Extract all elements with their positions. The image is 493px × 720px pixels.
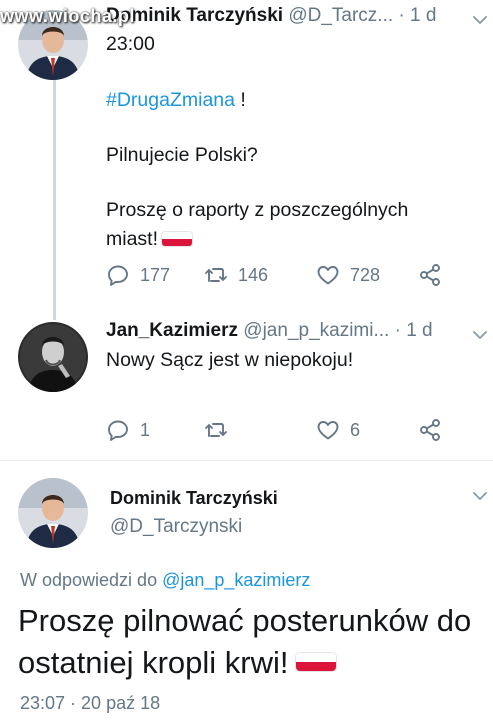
reply-icon [108, 420, 128, 441]
tweet-header: Jan_Kazimierz @jan_p_kazimi... · 1 d [106, 320, 433, 342]
chevron-down-icon[interactable] [472, 12, 488, 28]
main-tweet-line: Proszę pilnować posterunków do [18, 603, 472, 638]
author-handle[interactable]: @D_Tarczynski [110, 516, 242, 538]
chevron-down-icon[interactable] [472, 488, 488, 504]
poland-flag-icon [162, 232, 193, 246]
avatar-image [18, 322, 88, 392]
like-count: 728 [350, 264, 381, 285]
retweet-icon [205, 268, 227, 282]
share-button[interactable] [418, 418, 442, 442]
like-count: 6 [350, 419, 361, 440]
author-handle[interactable]: @jan_p_kazimi... [243, 320, 389, 341]
like-button[interactable]: 728 [316, 263, 380, 287]
tweet-text-line: Proszę o raporty z poszczególnych [106, 199, 409, 221]
author-name[interactable]: Jan_Kazimierz [106, 320, 238, 341]
main-tweet-line: ostatniej kropli krwi! [18, 642, 471, 684]
reply-count: 177 [140, 264, 171, 285]
like-button[interactable]: 6 [316, 418, 360, 442]
reply-to-link[interactable]: @jan_p_kazimierz [162, 570, 310, 590]
tweet-timestamp[interactable]: 23:07 · 20 paź 18 [20, 693, 160, 714]
reply-button[interactable]: 1 [106, 418, 150, 442]
hashtag-link[interactable]: #DrugaZmiana [106, 89, 235, 111]
tweet-text-line: #DrugaZmiana ! [106, 89, 246, 111]
tweet-text-line: Pilnujecie Polski? [106, 144, 258, 166]
watermark: www.wiocha.pl [0, 6, 135, 26]
retweet-icon [205, 423, 227, 437]
heart-icon [317, 421, 339, 440]
retweet-count: 146 [238, 264, 269, 285]
tweet-age[interactable]: · 1 d [395, 320, 433, 341]
author-handle[interactable]: @D_Tarcz... [288, 5, 393, 26]
share-icon [420, 419, 440, 441]
tweet-text: Nowy Sącz jest w niepokoju! [106, 349, 354, 371]
chevron-down-icon[interactable] [472, 327, 488, 343]
main-tweet-text: Proszę pilnować posterunków do ostatniej… [18, 600, 471, 684]
reply-context: W odpowiedzi do @jan_p_kazimierz [20, 570, 311, 590]
reply-button[interactable]: 177 [106, 263, 170, 287]
tweet-header: Dominik Tarczyński @D_Tarcz... · 1 d [106, 5, 436, 27]
thread-line [53, 80, 56, 320]
divider [0, 460, 493, 461]
reply-icon [108, 265, 128, 286]
heart-icon [317, 266, 339, 285]
share-icon [420, 264, 440, 286]
poland-flag-icon [296, 653, 337, 671]
tweet-text-line: miast! [106, 225, 193, 254]
tweet-age[interactable]: · 1 d [398, 5, 436, 26]
tweet-time: 23:00 [106, 33, 155, 55]
reply-count: 1 [140, 419, 151, 440]
share-button[interactable] [418, 263, 442, 287]
retweet-button[interactable]: 146 [204, 263, 268, 287]
avatar-image [18, 478, 88, 548]
avatar[interactable] [18, 322, 88, 392]
tweet-actions: 177 146 728 [106, 263, 446, 289]
avatar[interactable] [18, 478, 88, 548]
tweet-actions: 1 6 [106, 418, 446, 444]
retweet-button[interactable] [204, 418, 238, 442]
author-name[interactable]: Dominik Tarczyński [110, 488, 278, 509]
